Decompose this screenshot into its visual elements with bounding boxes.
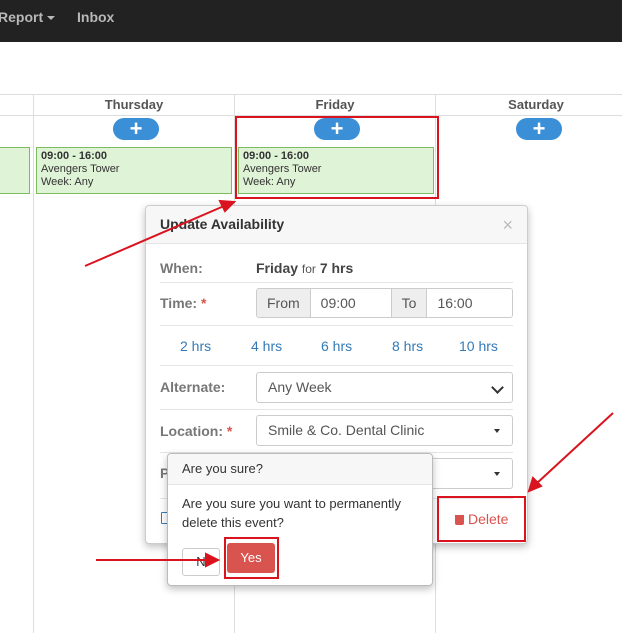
arrowhead-icon <box>205 552 221 568</box>
arrowhead-icon <box>218 199 237 213</box>
annotation-arrow <box>535 412 614 485</box>
annotation-arrow <box>84 205 225 267</box>
annotation-arrows <box>84 199 614 568</box>
